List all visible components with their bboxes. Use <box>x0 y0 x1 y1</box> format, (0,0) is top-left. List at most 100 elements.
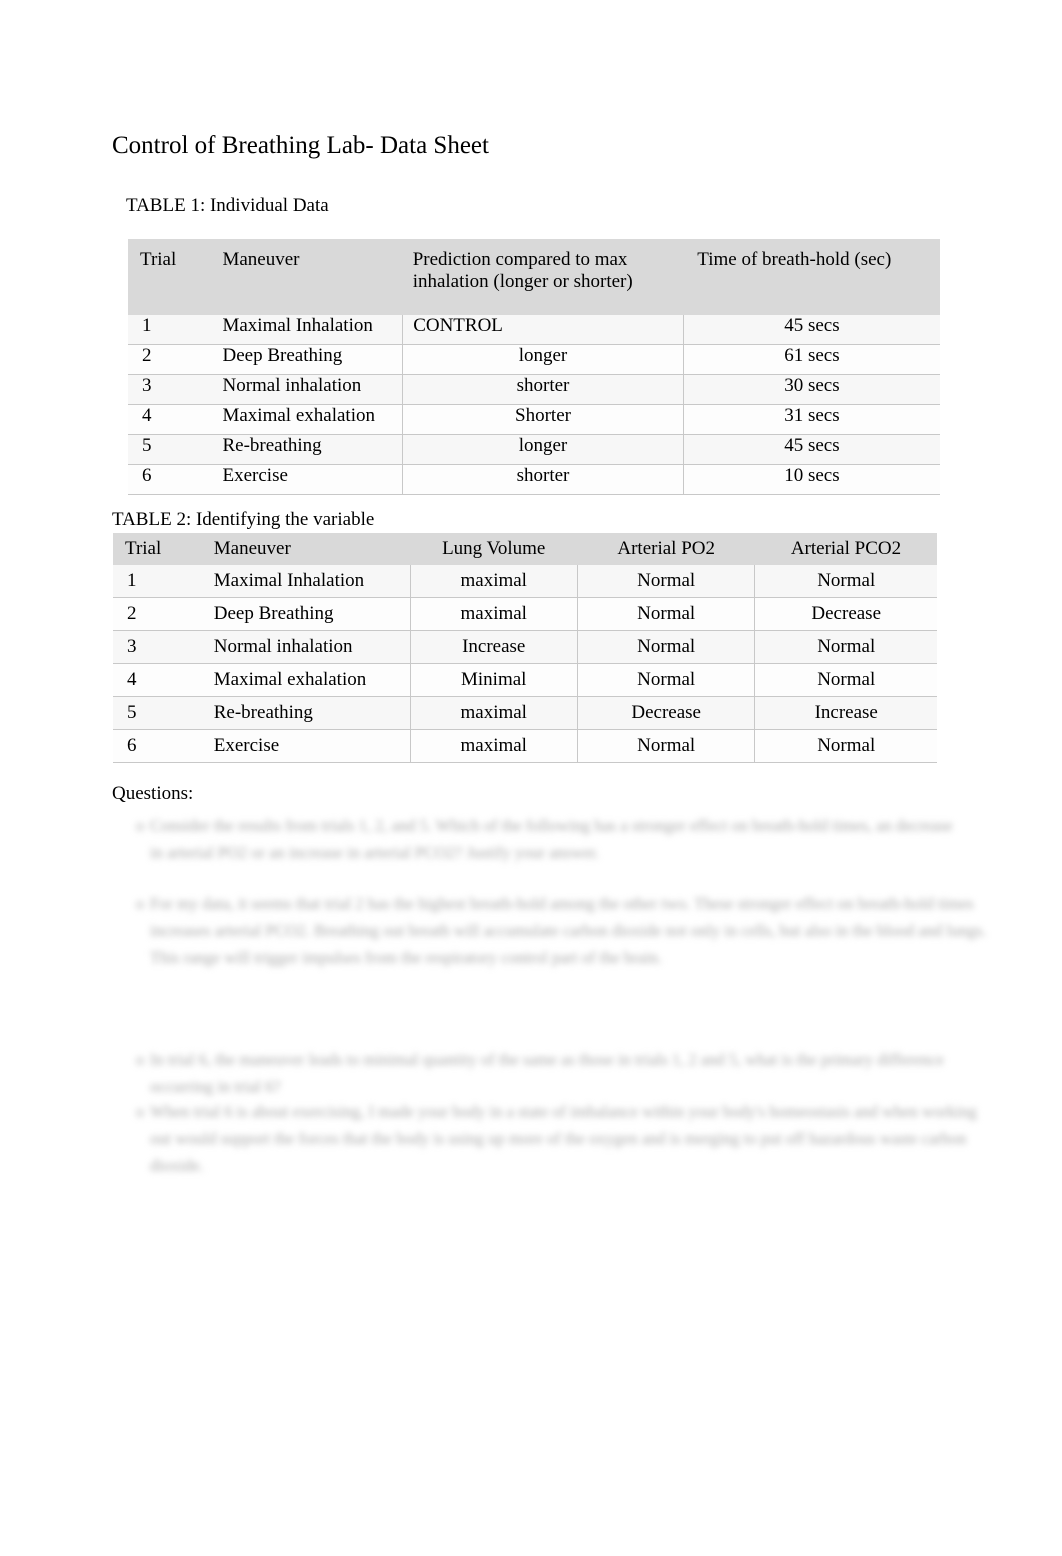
cell-time: 45 secs <box>683 315 940 345</box>
table1-header-prediction: Prediction compared to max inhalation (l… <box>402 239 684 315</box>
cell-trial: 5 <box>113 696 202 730</box>
cell-po2: Normal <box>577 565 756 598</box>
cell-trial: 4 <box>113 663 202 697</box>
cell-time: 10 secs <box>683 464 940 495</box>
cell-trial: 2 <box>128 344 211 375</box>
cell-time: 45 secs <box>683 434 940 465</box>
table-row: 5 Re-breathing maximal Decrease Increase <box>113 696 937 730</box>
cell-prediction: CONTROL <box>402 315 684 345</box>
answer-1-body: For my data, it seems that trial 2 has t… <box>150 894 987 967</box>
cell-trial: 3 <box>128 374 211 405</box>
list-bullet-icon: o <box>136 816 145 835</box>
cell-pco2: Normal <box>754 630 937 664</box>
cell-lung-volume: Increase <box>410 630 578 664</box>
cell-trial: 6 <box>128 464 211 495</box>
cell-time: 31 secs <box>683 404 940 435</box>
table2-body: 1 Maximal Inhalation maximal Normal Norm… <box>113 565 937 763</box>
table2-header-row: Trial Maneuver Lung Volume Arterial PO2 … <box>113 533 937 565</box>
question-2-body: In trial 6, the maneuver leads to minima… <box>150 1050 944 1096</box>
table1-header-trial: Trial <box>128 239 211 315</box>
cell-maneuver: Normal inhalation <box>210 374 404 405</box>
cell-trial: 2 <box>113 597 202 631</box>
cell-prediction: shorter <box>402 374 684 405</box>
question-1-text: o Consider the results from trials 1, 2,… <box>136 812 960 866</box>
cell-trial: 4 <box>128 404 211 435</box>
cell-maneuver: Re-breathing <box>201 696 411 730</box>
cell-maneuver: Exercise <box>201 729 411 763</box>
cell-prediction: Shorter <box>402 404 684 435</box>
individual-data-table: Trial Maneuver Prediction compared to ma… <box>128 239 940 495</box>
questions-label: Questions: <box>112 783 194 804</box>
cell-maneuver: Maximal exhalation <box>210 404 404 435</box>
cell-prediction: longer <box>402 434 684 465</box>
cell-maneuver: Deep Breathing <box>201 597 411 631</box>
cell-trial: 1 <box>113 565 202 598</box>
cell-trial: 3 <box>113 630 202 664</box>
list-bullet-icon: o <box>136 1050 145 1069</box>
cell-lung-volume: maximal <box>410 696 578 730</box>
cell-prediction: longer <box>402 344 684 375</box>
cell-pco2: Decrease <box>754 597 937 631</box>
cell-lung-volume: maximal <box>410 597 578 631</box>
table-row: 2 Deep Breathing longer 61 secs <box>128 344 940 375</box>
table2-header-lung-volume: Lung Volume <box>410 533 578 565</box>
cell-time: 61 secs <box>683 344 940 375</box>
table2-header-trial: Trial <box>113 533 202 565</box>
cell-prediction: shorter <box>402 464 684 495</box>
table-row: 4 Maximal exhalation Shorter 31 secs <box>128 404 940 435</box>
cell-lung-volume: maximal <box>410 565 578 598</box>
table1-header-time: Time of breath-hold (sec) <box>683 239 940 315</box>
table1-header: Trial Maneuver Prediction compared to ma… <box>128 239 940 315</box>
cell-po2: Normal <box>577 729 756 763</box>
answer-1-text: o For my data, it seems that trial 2 has… <box>136 890 990 971</box>
table2-header-po2: Arterial PO2 <box>577 533 755 565</box>
document-page: Control of Breathing Lab- Data Sheet TAB… <box>0 0 1062 1556</box>
table-row: 3 Normal inhalation Increase Normal Norm… <box>113 630 937 664</box>
cell-po2: Normal <box>577 597 756 631</box>
table-row: 1 Maximal Inhalation CONTROL 45 secs <box>128 315 940 345</box>
table2-header-pco2: Arterial PCO2 <box>754 533 937 565</box>
cell-time: 30 secs <box>683 374 940 405</box>
page-title: Control of Breathing Lab- Data Sheet <box>112 132 489 159</box>
identifying-variable-table: Trial Maneuver Lung Volume Arterial PO2 … <box>113 533 937 763</box>
table-row: 3 Normal inhalation shorter 30 secs <box>128 374 940 405</box>
cell-po2: Normal <box>577 663 756 697</box>
cell-pco2: Increase <box>754 696 937 730</box>
cell-lung-volume: maximal <box>410 729 578 763</box>
table-row: 2 Deep Breathing maximal Normal Decrease <box>113 597 937 631</box>
table1-header-row: Trial Maneuver Prediction compared to ma… <box>128 239 940 315</box>
table2-header-maneuver: Maneuver <box>201 533 411 565</box>
table1-body: 1 Maximal Inhalation CONTROL 45 secs 2 D… <box>128 315 940 495</box>
question-2-text: o In trial 6, the maneuver leads to mini… <box>136 1046 960 1100</box>
table-row: 6 Exercise shorter 10 secs <box>128 464 940 495</box>
list-bullet-icon: o <box>136 894 145 913</box>
table-row: 1 Maximal Inhalation maximal Normal Norm… <box>113 565 937 598</box>
table2-header: Trial Maneuver Lung Volume Arterial PO2 … <box>113 533 937 565</box>
cell-lung-volume: Minimal <box>410 663 578 697</box>
table1-header-maneuver: Maneuver <box>210 239 403 315</box>
cell-maneuver: Deep Breathing <box>210 344 404 375</box>
cell-po2: Decrease <box>577 696 756 730</box>
table1-header-prediction-line1: Prediction compared to max <box>412 249 628 270</box>
cell-maneuver: Maximal Inhalation <box>201 565 411 598</box>
cell-pco2: Normal <box>754 729 937 763</box>
cell-maneuver: Normal inhalation <box>201 630 411 664</box>
cell-maneuver: Re-breathing <box>210 434 404 465</box>
table2-caption: TABLE 2: Identifying the variable <box>112 509 375 530</box>
cell-maneuver: Maximal Inhalation <box>210 315 404 345</box>
answer-2-text: o When trial 6 is about exercising, I ma… <box>136 1098 995 1179</box>
table1-header-prediction-line2: inhalation (longer or shorter) <box>412 271 633 292</box>
table-row: 5 Re-breathing longer 45 secs <box>128 434 940 465</box>
cell-maneuver: Exercise <box>210 464 404 495</box>
cell-trial: 5 <box>128 434 211 465</box>
cell-pco2: Normal <box>754 663 937 697</box>
cell-trial: 1 <box>128 315 211 345</box>
cell-trial: 6 <box>113 729 202 763</box>
question-1-body: Consider the results from trials 1, 2, a… <box>150 816 953 862</box>
list-bullet-icon: o <box>136 1102 145 1121</box>
table1-caption: TABLE 1: Individual Data <box>126 195 329 216</box>
table-row: 6 Exercise maximal Normal Normal <box>113 729 937 763</box>
cell-po2: Normal <box>577 630 756 664</box>
answer-2-body: When trial 6 is about exercising, I made… <box>150 1102 977 1175</box>
cell-maneuver: Maximal exhalation <box>201 663 411 697</box>
